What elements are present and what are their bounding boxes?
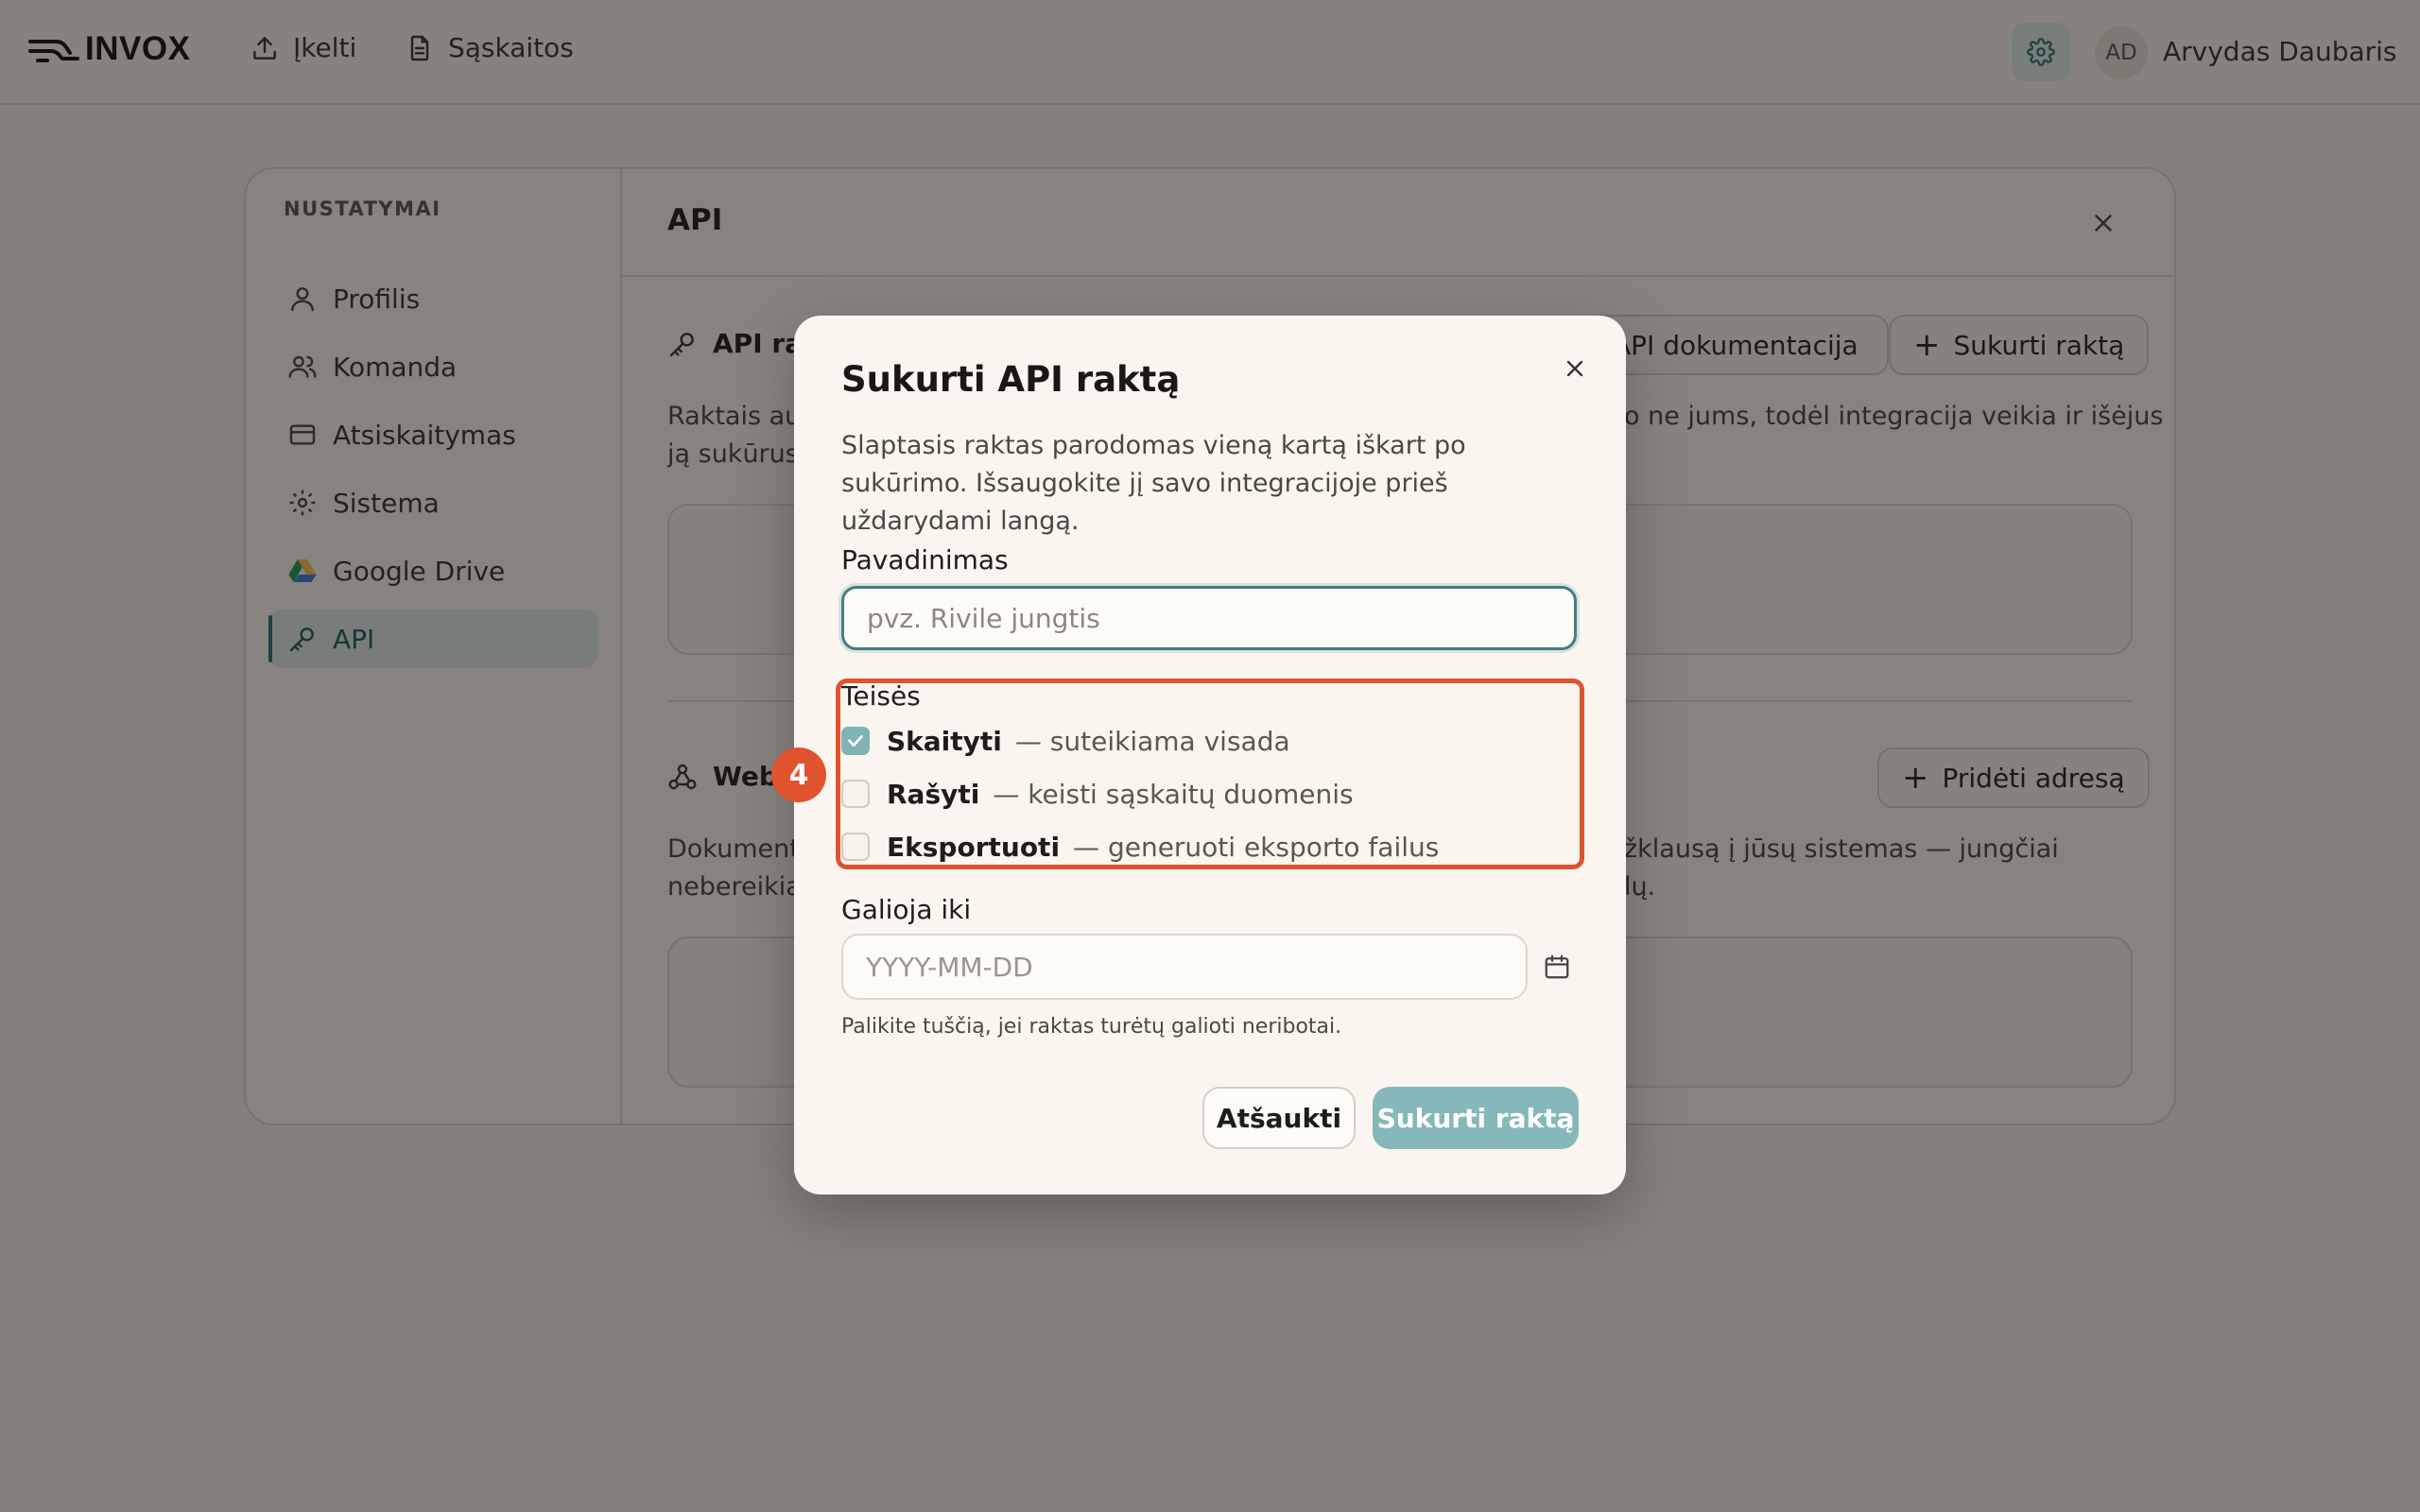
permission-name: Eksportuoti bbox=[887, 831, 1061, 863]
dialog-title: Sukurti API raktą bbox=[841, 359, 1181, 400]
expiry-label: Galioja iki bbox=[841, 894, 972, 925]
close-icon bbox=[1566, 360, 1583, 377]
dialog-description: Slaptasis raktas parodomas vieną kartą i… bbox=[841, 431, 1466, 536]
cancel-button[interactable]: Atšaukti bbox=[1202, 1087, 1356, 1149]
dialog-close-button[interactable] bbox=[1554, 348, 1596, 389]
permissions-label: Teisės bbox=[841, 680, 921, 712]
export-checkbox[interactable] bbox=[841, 833, 870, 861]
name-label: Pavadinimas bbox=[841, 544, 1009, 576]
create-key-submit-button[interactable]: Sukurti raktą bbox=[1373, 1087, 1579, 1149]
permission-write[interactable]: Rašyti — keisti sąskaitų duomenis bbox=[841, 775, 1354, 813]
check-icon bbox=[848, 735, 863, 747]
permission-export[interactable]: Eksportuoti — generuoti eksporto failus bbox=[841, 828, 1439, 866]
read-checkbox[interactable] bbox=[841, 727, 870, 755]
permission-desc: — keisti sąskaitų duomenis bbox=[993, 778, 1354, 810]
permission-desc: — suteikiama visada bbox=[1014, 725, 1290, 757]
permission-desc: — generuoti eksporto failus bbox=[1073, 831, 1440, 863]
expiry-hint: Palikite tuščią, jei raktas turėtų galio… bbox=[841, 1015, 1342, 1039]
key-name-input[interactable] bbox=[841, 586, 1577, 650]
expiry-date-input[interactable] bbox=[841, 934, 1528, 1000]
step-badge: 4 bbox=[771, 747, 826, 802]
permission-name: Rašyti bbox=[887, 778, 980, 810]
write-checkbox[interactable] bbox=[841, 780, 870, 808]
permission-read[interactable]: Skaityti — suteikiama visada bbox=[841, 722, 1290, 760]
create-api-key-dialog: Sukurti API raktą Slaptasis raktas parod… bbox=[794, 316, 1626, 1194]
permission-name: Skaityti bbox=[887, 725, 1002, 757]
calendar-icon[interactable] bbox=[1543, 953, 1571, 981]
